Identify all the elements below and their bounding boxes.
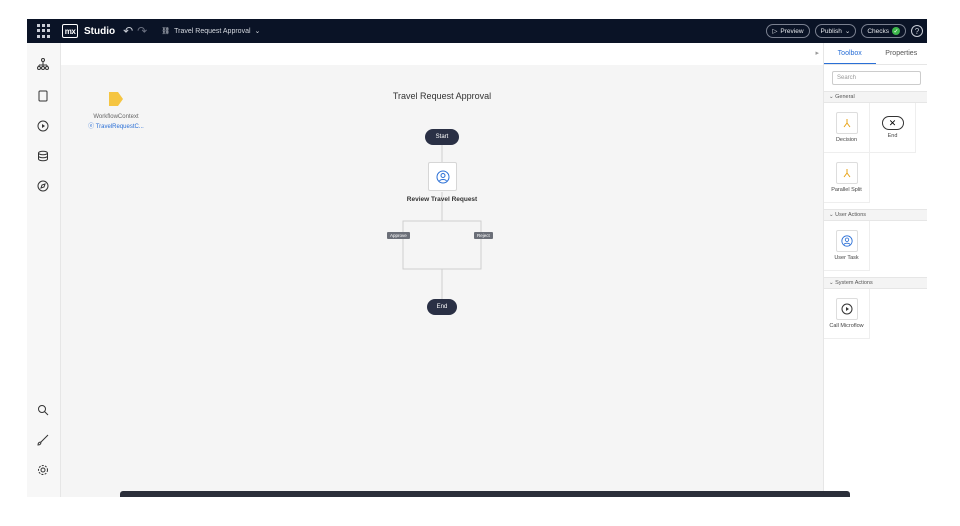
os-taskbar	[120, 491, 850, 497]
section-label: General	[835, 94, 855, 100]
toolbox-item-parallel-split[interactable]: Parallel Split	[824, 153, 870, 203]
chevron-down-icon: ⌄	[844, 28, 851, 35]
navigation-icon[interactable]	[36, 179, 50, 193]
user-task-icon	[436, 170, 449, 183]
toolbox-item-end[interactable]: ✕ End	[870, 103, 916, 153]
preview-label: Preview	[780, 27, 804, 35]
checks-label: Checks	[867, 27, 889, 35]
chevron-down-icon: ⌄	[829, 280, 834, 286]
tab-toolbox[interactable]: Toolbox	[824, 43, 876, 64]
play-icon: ▷	[772, 28, 778, 35]
section-system-actions[interactable]: ⌄ System Actions	[824, 277, 927, 289]
document-name: Travel Request Approval	[174, 27, 251, 35]
chevron-down-icon: ⌄	[829, 94, 834, 100]
decision-icon	[835, 112, 858, 134]
checks-button[interactable]: Checks ✓	[861, 24, 906, 38]
section-label: User Actions	[835, 212, 867, 218]
document-selector[interactable]: ⛓ Travel Request Approval ⌄	[161, 27, 261, 36]
preview-button[interactable]: ▷ Preview	[766, 24, 810, 38]
top-bar: mx Studio ↶ ↷ ⛓ Travel Request Approval …	[27, 19, 927, 43]
start-event[interactable]: Start	[425, 129, 459, 145]
search-icon[interactable]	[36, 403, 50, 417]
app-name: Studio	[84, 25, 116, 37]
redo-icon[interactable]: ↷	[137, 24, 147, 38]
tab-properties[interactable]: Properties	[876, 43, 928, 64]
settings-gear-icon[interactable]	[36, 463, 50, 477]
end-close-icon: ✕	[881, 116, 904, 130]
undo-icon[interactable]: ↶	[123, 24, 133, 38]
publish-button[interactable]: Publish ⌄	[814, 24, 857, 38]
toolbox-search-input[interactable]: Search	[832, 71, 921, 85]
database-icon[interactable]	[36, 149, 50, 163]
user-task-node[interactable]	[428, 162, 457, 191]
toolbox-item-label: Decision	[835, 137, 858, 143]
toolbox-item-call-microflow[interactable]: Call Microflow	[824, 289, 870, 339]
right-panel: Toolbox Properties Search ⌄ General Deci…	[823, 43, 927, 497]
workflow-tree-icon[interactable]	[36, 57, 50, 71]
section-label: System Actions	[835, 280, 873, 286]
check-ok-icon: ✓	[892, 27, 900, 35]
brush-icon[interactable]	[36, 433, 50, 447]
reject-outcome[interactable]: Reject	[474, 232, 493, 239]
end-event[interactable]: End	[427, 299, 457, 315]
chevron-down-icon: ⌄	[254, 28, 261, 35]
workflow-canvas[interactable]: ▸ WorkflowContext ⓔ TravelRequestC... Tr…	[61, 43, 823, 497]
parallel-split-icon	[835, 162, 858, 184]
toolbox-item-decision[interactable]: Decision	[824, 103, 870, 153]
section-user-actions[interactable]: ⌄ User Actions	[824, 209, 927, 221]
toolbox-item-label: User Task	[834, 255, 859, 261]
toolbox-item-label: Call Microflow	[829, 323, 864, 329]
microflow-icon[interactable]	[36, 119, 50, 133]
workflow-icon: ⛓	[161, 28, 171, 35]
help-icon[interactable]: ?	[911, 25, 923, 37]
toolbox-item-label: Parallel Split	[831, 187, 862, 193]
page-icon[interactable]	[36, 89, 50, 103]
section-general[interactable]: ⌄ General	[824, 91, 927, 103]
toolbox-item-label: End	[887, 133, 898, 139]
left-rail	[27, 43, 61, 497]
app-switcher-icon[interactable]	[37, 24, 51, 38]
mendix-logo: mx	[62, 24, 78, 38]
toolbox-item-user-task[interactable]: User Task	[824, 221, 870, 271]
user-task-label: Review Travel Request	[406, 196, 478, 203]
studio-window: mx Studio ↶ ↷ ⛓ Travel Request Approval …	[27, 19, 927, 497]
chevron-down-icon: ⌄	[829, 212, 834, 218]
flow-connectors	[402, 145, 482, 299]
user-task-icon	[835, 230, 858, 252]
publish-label: Publish	[820, 27, 842, 35]
approve-outcome[interactable]: Approve	[387, 232, 410, 239]
call-microflow-icon	[835, 298, 858, 320]
